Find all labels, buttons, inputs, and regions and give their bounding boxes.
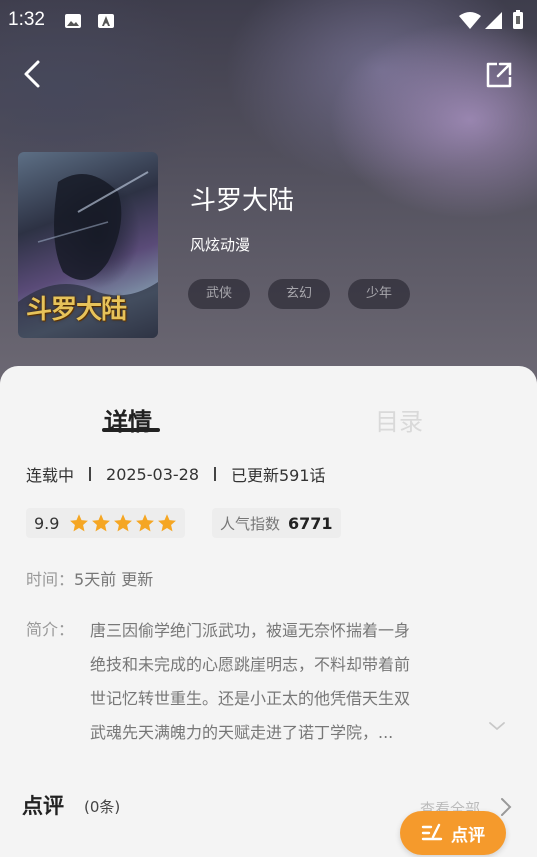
divider	[89, 467, 92, 481]
write-review-label: 点评	[451, 825, 485, 846]
intro-label: 简介：	[26, 620, 75, 639]
popularity-badge: 人气指数 6771	[212, 508, 341, 538]
intro-line: 绝技和未完成的心愿跳崖明志，不料却带着前	[90, 655, 411, 674]
cellular-signal-icon	[485, 12, 502, 29]
battery-icon	[513, 10, 523, 29]
hero-background: 1:32 斗罗大陆 斗罗大陆 风炫动漫 武侠 玄幻 少年	[0, 0, 537, 400]
update-date: 2025-03-28	[106, 464, 199, 484]
intro-text[interactable]: 唐三因偷学绝门派武功，被逼无奈怀揣着一身 绝技和未完成的心愿跳崖明志，不料却带着…	[90, 614, 508, 750]
review-count: (0条)	[84, 798, 121, 816]
star-icon	[92, 514, 111, 532]
wifi-icon	[459, 12, 481, 29]
edit-icon	[421, 823, 443, 841]
expand-chevron-icon[interactable]	[488, 720, 506, 732]
comic-author: 风炫动漫	[190, 236, 251, 254]
star-rating	[69, 513, 177, 533]
popularity-label: 人气指数	[220, 514, 281, 533]
serial-status: 连载中	[26, 466, 75, 485]
share-icon[interactable]	[484, 60, 514, 90]
review-section-title: 点评	[22, 794, 64, 818]
star-icon	[114, 514, 133, 532]
tag-chip[interactable]: 少年	[348, 279, 410, 309]
time-label: 时间：	[26, 570, 75, 589]
image-notification-icon	[65, 14, 81, 28]
popularity-value: 6771	[288, 513, 333, 533]
rating-badge: 9.9	[26, 508, 186, 538]
chevron-right-icon[interactable]	[499, 796, 513, 818]
detail-sheet: 详情 目录 连载中 2025-03-28 已更新591话 9.9 人气指数 67…	[0, 366, 537, 857]
rating-score: 9.9	[34, 513, 60, 533]
intro-line: 武魂先天满魄力的天赋走进了诺丁学院，...	[90, 723, 394, 742]
write-review-button[interactable]: 点评	[400, 811, 506, 855]
app-notification-icon	[98, 14, 114, 28]
intro-line: 世记忆转世重生。还是小正太的他凭借天生双	[90, 689, 411, 708]
intro-line: 唐三因偷学绝门派武功，被逼无奈怀揣着一身	[90, 621, 411, 640]
divider	[214, 467, 216, 481]
tag-chip[interactable]: 武侠	[188, 279, 250, 309]
star-icon	[136, 514, 155, 532]
meta-row: 连载中 2025-03-28 已更新591话	[26, 462, 326, 486]
episode-count: 已更新591话	[231, 466, 326, 485]
tag-list: 武侠 玄幻 少年	[188, 279, 410, 309]
status-bar: 1:32	[0, 0, 537, 40]
comic-cover[interactable]: 斗罗大陆	[18, 152, 158, 338]
tag-chip[interactable]: 玄幻	[268, 279, 330, 309]
star-icon	[158, 514, 177, 532]
comic-title: 斗罗大陆	[190, 186, 295, 216]
status-time: 1:32	[8, 9, 45, 30]
tab-contents[interactable]: 目录	[375, 402, 423, 437]
update-time-row: 时间：5天前 更新	[26, 566, 153, 590]
cover-title: 斗罗大陆	[26, 295, 127, 325]
back-icon[interactable]	[18, 58, 50, 90]
time-value: 5天前 更新	[74, 570, 154, 589]
star-icon	[70, 514, 89, 532]
tab-active-indicator	[102, 428, 160, 432]
